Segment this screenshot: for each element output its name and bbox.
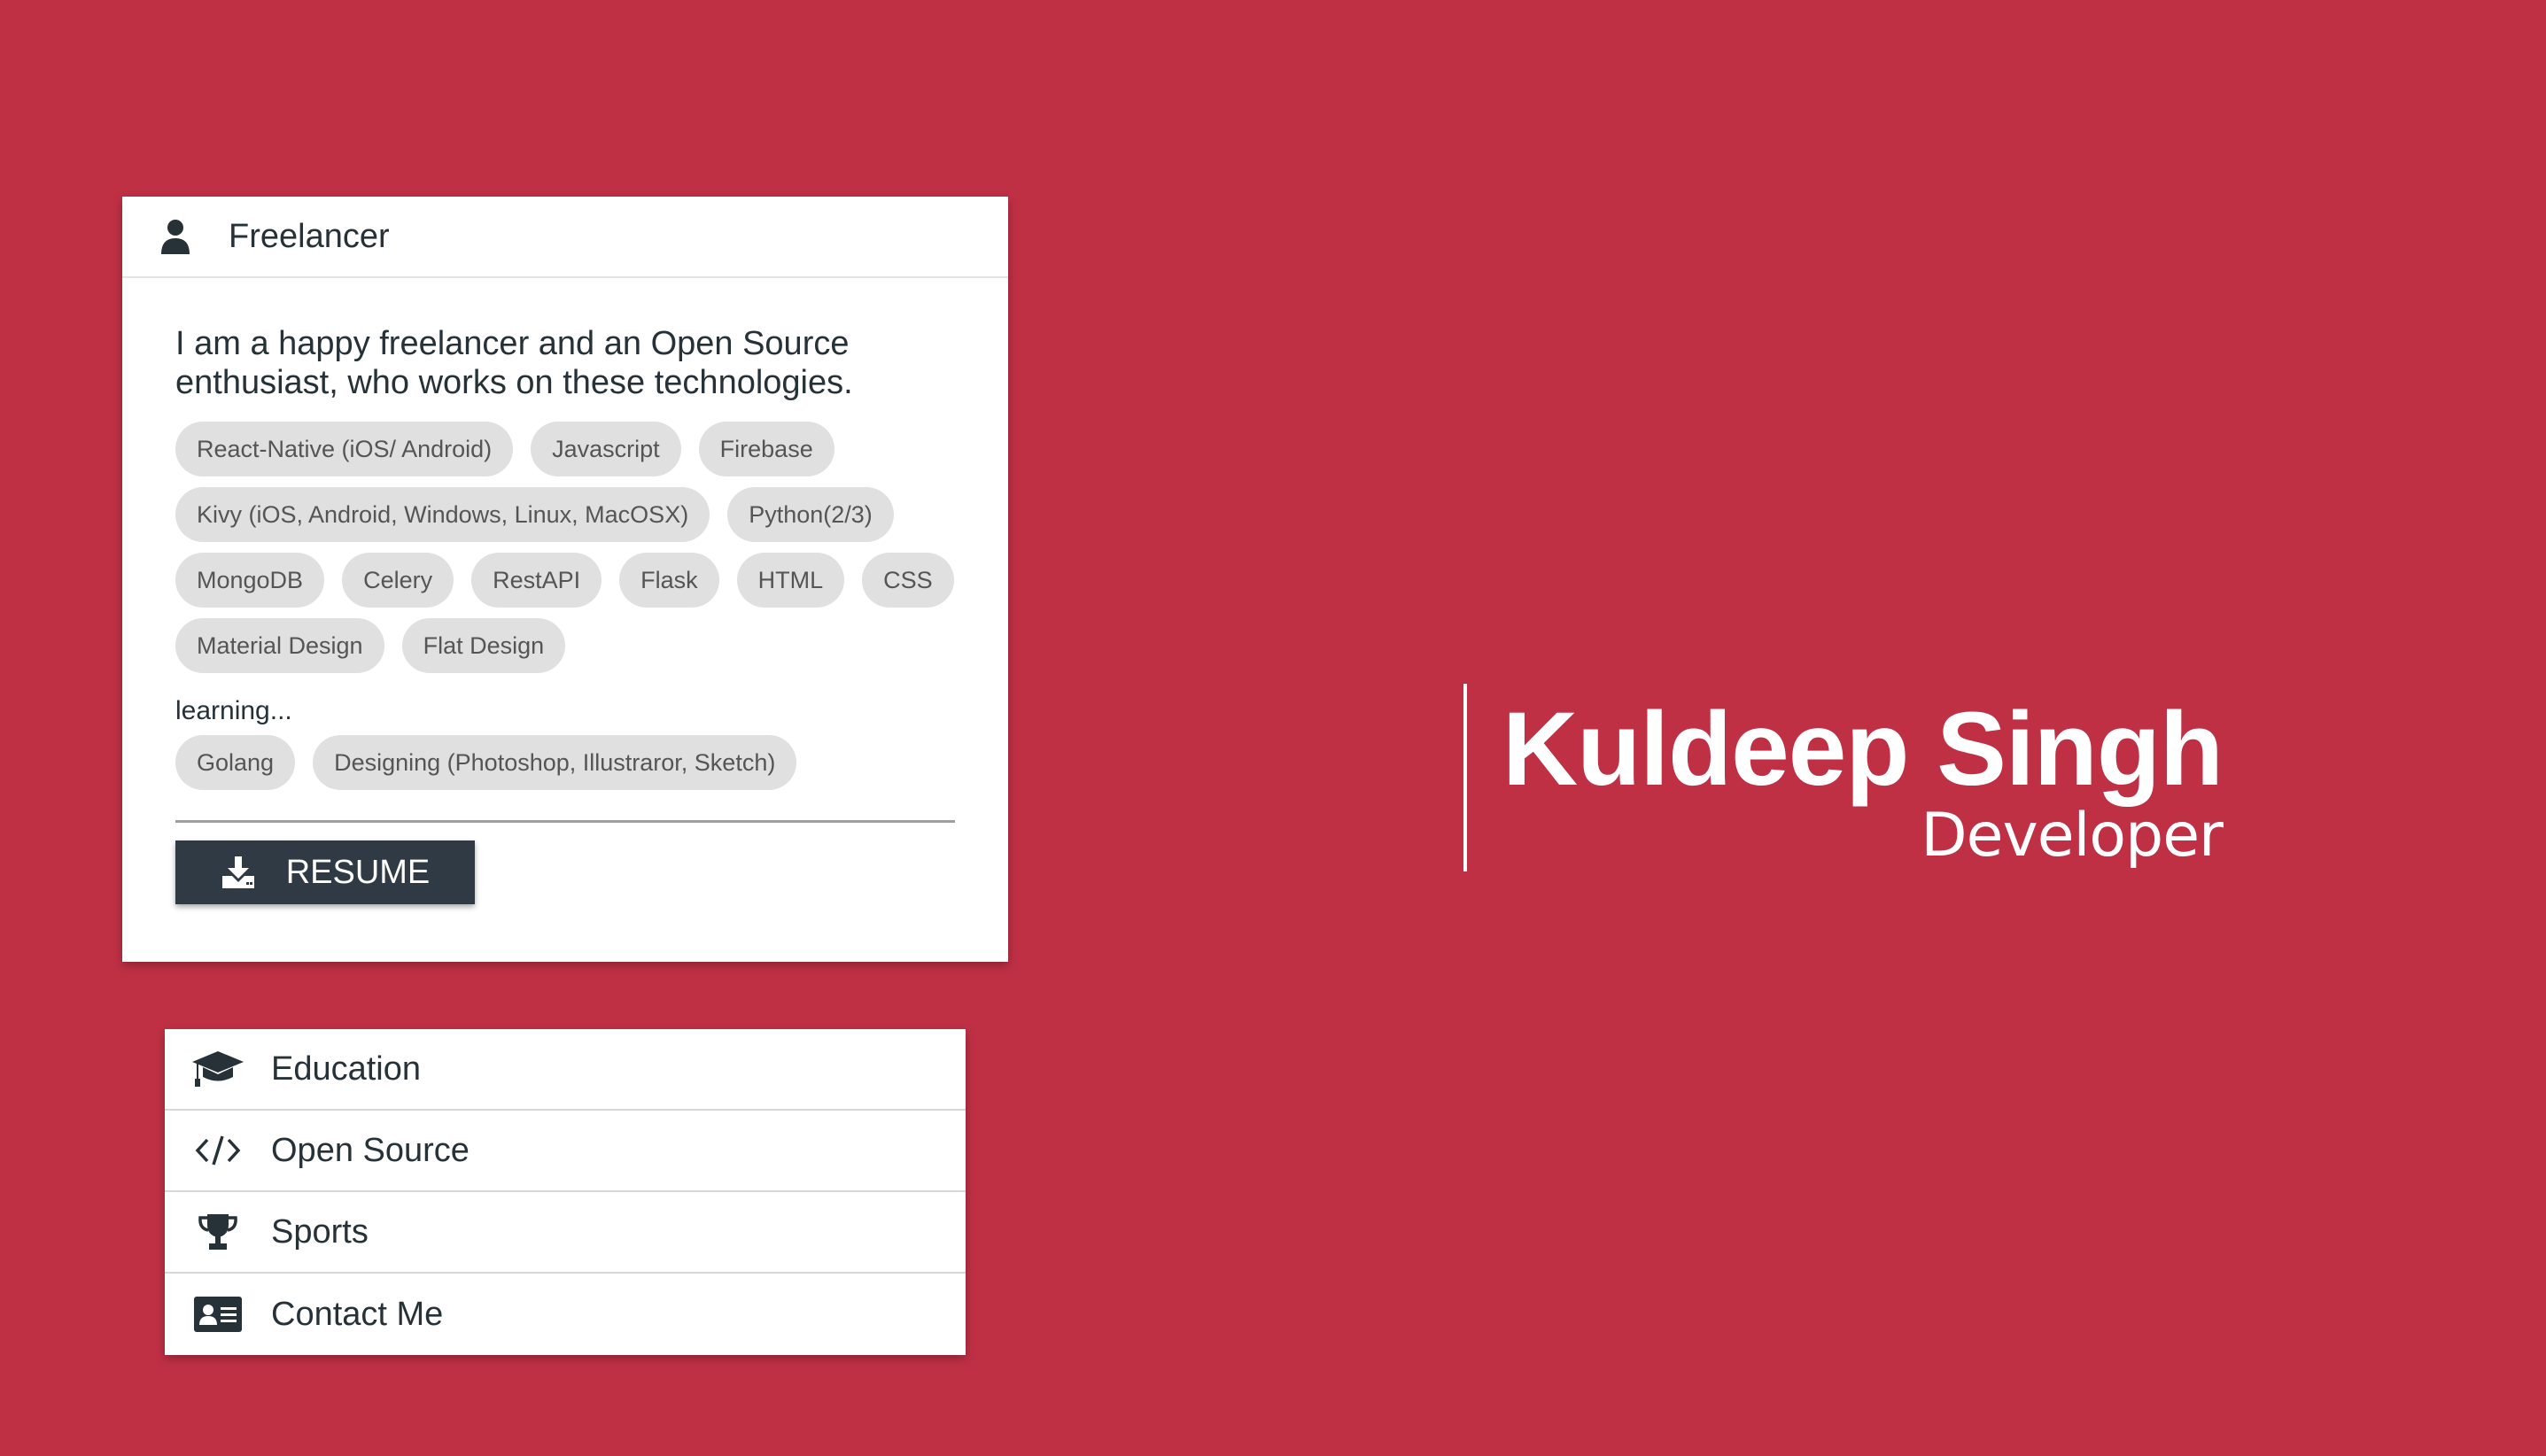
skill-chip[interactable]: Celery [342,553,454,608]
skill-chip[interactable]: Material Design [175,618,384,673]
menu-item-education[interactable]: Education [165,1029,966,1111]
card-header: Freelancer [122,197,1008,278]
intro-text: I am a happy freelancer and an Open Sour… [175,325,853,401]
menu-item-sports[interactable]: Sports [165,1192,966,1274]
skill-chip[interactable]: Kivy (iOS, Android, Windows, Linux, MacO… [175,487,710,542]
learning-chip-list: Golang Designing (Photoshop, Illustraror… [175,735,955,790]
download-icon [221,855,256,890]
skill-chip[interactable]: Firebase [698,422,834,476]
trophy-icon [191,1210,245,1254]
skill-chip[interactable]: HTML [736,553,845,608]
menu-item-label: Education [271,1049,422,1088]
skill-chip[interactable]: Python(2/3) [727,487,894,542]
skill-chip[interactable]: RestAPI [471,553,602,608]
skill-chip[interactable]: MongoDB [175,553,325,608]
freelancer-card: Freelancer I am a happy freelancer and a… [122,197,1008,962]
skill-chip[interactable]: Flat Design [401,618,566,673]
section-menu: Education Open Source Sports Contact Me [165,1029,966,1355]
hero-name-block: Kuldeep Singh Developer [1463,684,2224,871]
contact-card-icon [191,1292,245,1336]
resume-button[interactable]: RESUME [175,840,475,904]
skill-chip[interactable]: Javascript [531,422,681,476]
user-icon [158,217,193,256]
menu-item-contact[interactable]: Contact Me [165,1274,966,1355]
menu-item-label: Sports [271,1212,369,1251]
resume-button-label: RESUME [285,853,431,891]
page: Freelancer I am a happy freelancer and a… [0,0,2546,1456]
hero-role: Developer [1921,801,2224,871]
card-body: I am a happy freelancer and an Open Sour… [122,278,1008,904]
divider [175,820,955,823]
menu-item-open-source[interactable]: Open Source [165,1111,966,1192]
skill-chip[interactable]: Flask [619,553,719,608]
hero-name: Kuldeep Singh [1502,691,2224,808]
graduation-cap-icon [191,1047,245,1091]
learning-label: learning... [175,696,292,725]
code-icon [191,1128,245,1173]
learning-chip[interactable]: Golang [175,735,296,790]
skills-chip-list: React-Native (iOS/ Android) Javascript F… [175,422,955,673]
skill-chip[interactable]: CSS [862,553,954,608]
learning-chip[interactable]: Designing (Photoshop, Illustraror, Sketc… [313,735,797,790]
menu-item-label: Open Source [271,1131,470,1169]
skill-chip[interactable]: React-Native (iOS/ Android) [175,422,514,476]
card-title: Freelancer [229,217,390,255]
menu-item-label: Contact Me [271,1295,444,1333]
